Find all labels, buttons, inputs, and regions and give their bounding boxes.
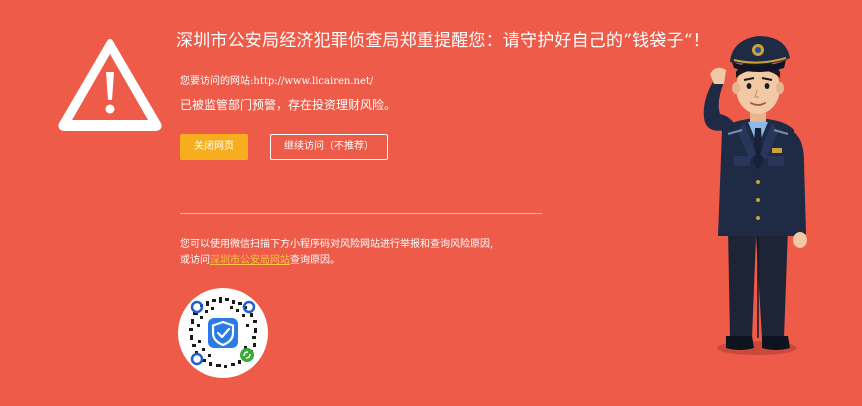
wechat-mini-program-qr-code[interactable] — [178, 288, 268, 378]
continue-visit-button[interactable]: 继续访问（不推荐） — [270, 134, 388, 160]
warning-triangle-icon — [58, 39, 162, 131]
visited-url-line: 您要访问的网站:http://www.licairen.net/ — [180, 72, 373, 87]
report-prefix: 或访问 — [180, 255, 210, 266]
visited-url-label: 您要访问的网站: — [180, 76, 254, 87]
report-alternative-text: 或访问深圳市公安局网站查询原因。 — [180, 251, 340, 266]
risk-warning-text: 已被监管部门预警，存在投资理财风险。 — [180, 98, 397, 112]
report-suffix: 查询原因。 — [290, 255, 340, 266]
visited-url: http://www.licairen.net/ — [253, 76, 374, 87]
divider — [180, 213, 542, 214]
police-website-link[interactable]: 深圳市公安局网站 — [210, 255, 290, 266]
report-instruction-text: 您可以使用微信扫描下方小程序码对风险网站进行举报和查询风险原因, — [180, 239, 494, 250]
page-headline: 深圳市公安局经济犯罪侦查局郑重提醒您：请守护好自己的”钱袋子“！ — [176, 31, 710, 51]
close-page-button[interactable]: 关闭网页 — [180, 134, 248, 160]
saluting-police-officer-illustration — [703, 36, 807, 355]
